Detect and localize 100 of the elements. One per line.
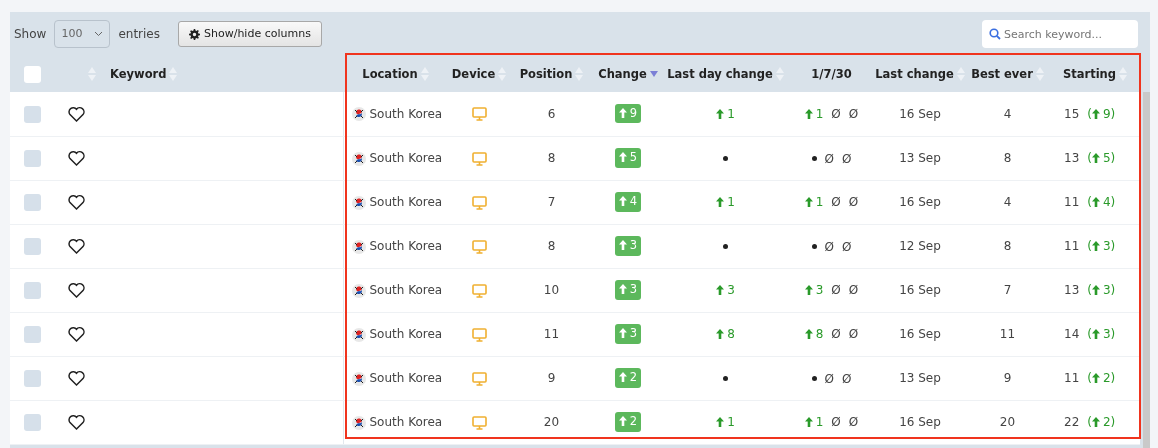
no-data-mark: Ø [848,282,859,299]
change-badge: 3 [614,324,642,344]
no-data-mark: Ø [831,194,841,211]
trend-change: 1 [804,104,824,123]
column-header[interactable]: Device [451,66,496,81]
last-change-date: 16 Sep [899,195,941,209]
up-arrow-icon [1091,329,1100,339]
row-checkbox[interactable] [24,238,41,255]
row-checkbox[interactable] [24,414,41,431]
no-data-mark: Ø [848,194,859,211]
no-data-mark: Ø [842,370,852,388]
position-text: 8 [547,151,556,165]
location-text: South Korea [369,195,443,209]
flag-icon [351,151,366,166]
search-field[interactable]: Search keyword... [982,20,1138,48]
location-text: South Korea [369,371,443,385]
column-header[interactable]: Location [362,66,418,81]
heart-icon[interactable] [68,415,85,430]
last-change-date: 16 Sep [899,283,941,297]
last-day-change: 1 [716,415,735,429]
up-arrow-icon [1091,241,1100,251]
up-arrow-icon [1091,108,1100,119]
heart-icon[interactable] [68,106,85,122]
up-arrow-icon [1091,285,1100,295]
flag-icon [351,107,366,122]
best-ever-text: 8 [1003,239,1012,253]
change-badge: 9 [614,104,642,124]
last-day-change: 1 [716,195,735,209]
location-text: South Korea [369,106,443,121]
last-day-change: 3 [716,283,735,297]
last-day-change: 1 [716,106,735,121]
best-ever-text: 9 [1003,371,1012,385]
heart-icon[interactable] [68,371,85,386]
column-header[interactable]: Keyword [110,66,167,81]
starting-change: ( 3) [1087,283,1116,297]
position-text: 6 [547,106,556,121]
row-checkbox[interactable] [24,370,41,387]
page-size-select[interactable]: 100 [54,20,111,48]
row-checkbox[interactable] [24,194,41,211]
row-checkbox[interactable] [24,150,41,167]
desktop-icon [471,239,487,254]
column-header[interactable]: Last day change [667,66,773,81]
location-text: South Korea [369,239,443,253]
starting-change: ( 2) [1087,415,1116,429]
change-badge: 2 [614,412,642,432]
heart-icon[interactable] [68,151,85,166]
location-text: South Korea [369,283,443,297]
up-arrow-icon [618,328,627,339]
up-arrow-icon [1091,373,1100,383]
position-text: 8 [547,239,556,253]
last-change-date: 13 Sep [899,151,941,165]
desktop-icon [471,107,487,122]
no-data-mark: Ø [831,105,841,123]
up-arrow-icon [618,284,627,295]
select-all-checkbox[interactable] [24,65,41,83]
heart-icon[interactable] [68,327,85,342]
trend-change: 3 [804,281,824,299]
heart-icon[interactable] [68,195,85,210]
show-label: Show [14,26,47,43]
last-change-date: 16 Sep [899,415,941,429]
trend-change: 1 [804,193,824,211]
change-badge: 5 [614,148,642,168]
starting-text: 13 [1064,151,1080,165]
location-text: South Korea [369,415,443,429]
column-header[interactable]: Best ever [971,66,1033,81]
up-arrow-icon [618,372,627,383]
column-header[interactable]: Change [598,66,647,81]
no-data-mark: Ø [824,238,834,256]
starting-text: 11 [1064,371,1080,385]
entries-label: entries [118,26,160,43]
change-badge: 4 [614,192,642,212]
flag-icon [351,327,366,342]
starting-change: ( 3) [1087,239,1116,253]
position-text: 20 [543,415,560,429]
position-text: 11 [543,327,560,341]
heart-icon[interactable] [68,239,85,254]
column-header[interactable]: Last change [875,66,954,81]
columns-button[interactable]: Show/hide columns [178,20,322,48]
column-header: 1/7/30 [811,66,852,81]
up-arrow-icon [716,108,725,119]
up-arrow-icon [716,417,725,427]
starting-change: ( 9) [1087,106,1116,121]
row-checkbox[interactable] [24,282,41,299]
flag-icon [351,415,366,430]
heart-icon[interactable] [68,283,85,298]
location-text: South Korea [369,327,443,341]
flag-icon [351,371,366,386]
starting-text: 22 [1064,415,1080,429]
column-header[interactable]: Position [519,66,573,81]
flag-icon [351,283,366,298]
up-arrow-icon [804,108,813,119]
starting-change: ( 4) [1087,195,1116,209]
row-checkbox[interactable] [24,105,41,123]
up-arrow-icon [804,197,813,207]
flag-icon [351,239,366,254]
column-header[interactable]: Starting [1062,66,1117,81]
no-data-mark: Ø [824,150,834,168]
position-text: 9 [547,371,556,385]
best-ever-text: 7 [1003,283,1012,297]
row-checkbox[interactable] [24,326,41,343]
